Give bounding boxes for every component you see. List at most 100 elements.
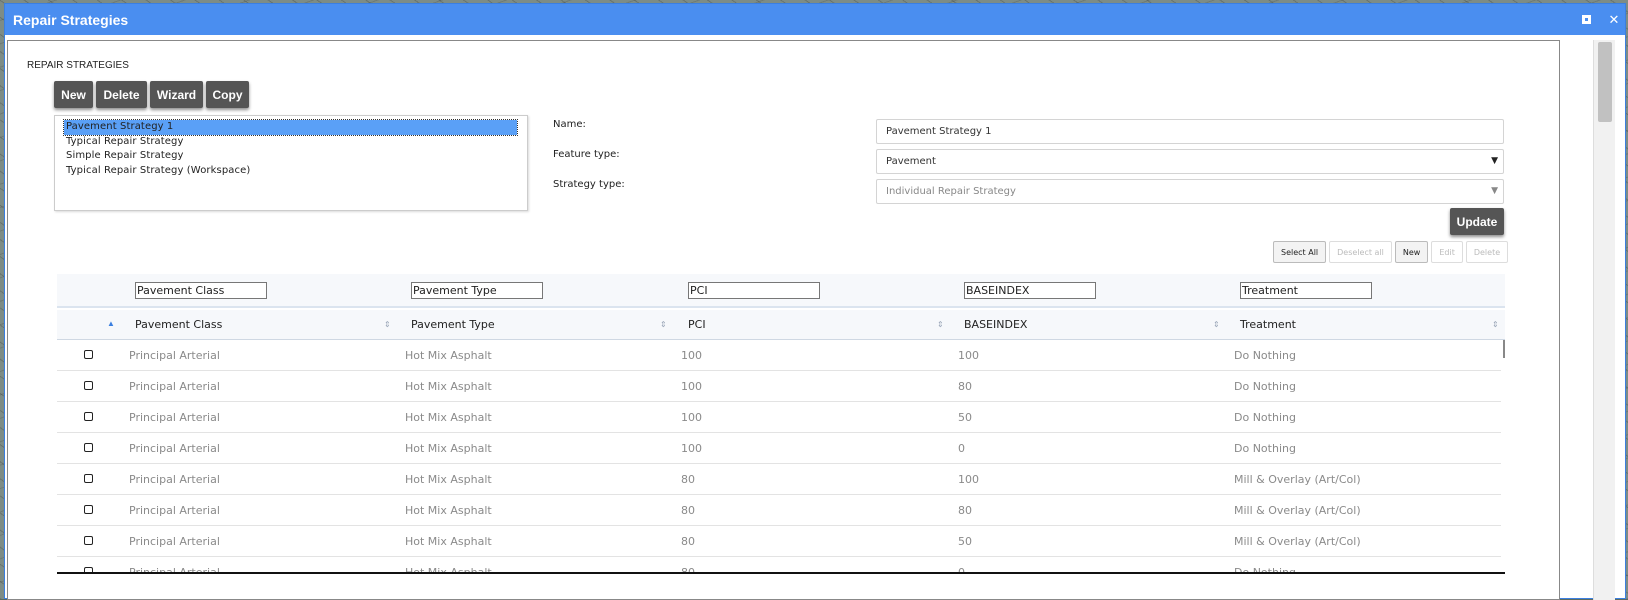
edit-row-button[interactable]: Edit: [1431, 241, 1463, 263]
column-header-treatment[interactable]: Treatment: [1240, 310, 1296, 340]
title-bar[interactable]: Repair Strategies ✕: [5, 4, 1625, 35]
sort-icon[interactable]: ⇕: [660, 310, 667, 340]
strategy-list-item[interactable]: Typical Repair Strategy (Workspace): [64, 164, 517, 179]
cell-pci: 100: [681, 349, 702, 362]
table-row[interactable]: Principal Arterial Hot Mix Asphalt 100 1…: [57, 340, 1501, 371]
cell-pavement-class: Principal Arterial: [129, 349, 220, 362]
maximize-icon[interactable]: [1579, 12, 1593, 27]
cell-pci: 80: [681, 535, 695, 548]
cell-pavement-type: Hot Mix Asphalt: [405, 411, 492, 424]
column-header-pavement-class[interactable]: Pavement Class: [135, 310, 222, 340]
cell-baseindex: 100: [958, 473, 979, 486]
delete-row-button[interactable]: Delete: [1465, 241, 1509, 263]
column-header-pci[interactable]: PCI: [688, 310, 706, 340]
sort-icon[interactable]: ⇕: [384, 310, 391, 340]
sort-icon[interactable]: ⇕: [1492, 310, 1499, 340]
strategy-list[interactable]: Pavement Strategy 1 Typical Repair Strat…: [54, 115, 528, 211]
row-checkbox[interactable]: [84, 381, 93, 390]
chevron-down-icon: ▼: [1491, 156, 1498, 166]
strategy-list-item[interactable]: Typical Repair Strategy: [64, 135, 517, 150]
feature-type-label: Feature type:: [553, 149, 620, 160]
cell-baseindex: 50: [958, 411, 972, 424]
cell-baseindex: 50: [958, 535, 972, 548]
filter-baseindex[interactable]: BASEINDEX: [964, 282, 1096, 299]
chevron-down-icon: ▼: [1491, 186, 1498, 196]
select-all-button[interactable]: Select All: [1273, 241, 1327, 263]
sort-icon[interactable]: ⇕: [937, 310, 944, 340]
cell-treatment: Do Nothing: [1234, 442, 1296, 455]
filter-pci[interactable]: PCI: [688, 282, 820, 299]
strategy-type-value: Individual Repair Strategy: [886, 186, 1016, 197]
repair-rules-grid: Pavement Class Pavement Type PCI BASEIND…: [57, 274, 1505, 574]
table-row[interactable]: Principal Arterial Hot Mix Asphalt 100 8…: [57, 371, 1501, 402]
cell-pci: 100: [681, 380, 702, 393]
copy-strategy-button[interactable]: Copy: [206, 81, 249, 108]
dialog-scrollbar[interactable]: [1593, 40, 1615, 600]
strategy-type-label: Strategy type:: [553, 179, 625, 190]
cell-baseindex: 100: [958, 349, 979, 362]
row-checkbox[interactable]: [84, 474, 93, 483]
filter-treatment[interactable]: Treatment: [1240, 282, 1372, 299]
grid-action-bar: Select All Deselect all New Edit Delete: [1273, 241, 1509, 263]
new-row-button[interactable]: New: [1394, 241, 1429, 263]
section-heading: REPAIR STRATEGIES: [27, 60, 129, 71]
cell-pavement-class: Principal Arterial: [129, 380, 220, 393]
scrollbar-thumb[interactable]: [1598, 42, 1612, 122]
table-row[interactable]: Principal Arterial Hot Mix Asphalt 100 5…: [57, 402, 1501, 433]
cell-treatment: Do Nothing: [1234, 411, 1296, 424]
row-checkbox[interactable]: [84, 350, 93, 359]
sort-icon[interactable]: ⇕: [1213, 310, 1220, 340]
cell-pavement-type: Hot Mix Asphalt: [405, 473, 492, 486]
cell-pavement-class: Principal Arterial: [129, 473, 220, 486]
cell-baseindex: 80: [958, 380, 972, 393]
column-header-pavement-type[interactable]: Pavement Type: [411, 310, 495, 340]
grid-body: Principal Arterial Hot Mix Asphalt 100 1…: [57, 340, 1501, 574]
cell-pci: 100: [681, 442, 702, 455]
row-checkbox[interactable]: [84, 505, 93, 514]
table-row[interactable]: Principal Arterial Hot Mix Asphalt 80 50…: [57, 526, 1501, 557]
grid-bottom-border: [57, 572, 1505, 574]
cell-treatment: Do Nothing: [1234, 349, 1296, 362]
row-checkbox[interactable]: [84, 412, 93, 421]
name-field[interactable]: Pavement Strategy 1: [876, 119, 1504, 144]
row-checkbox[interactable]: [84, 443, 93, 452]
strategy-toolbar: New Delete Wizard Copy: [54, 81, 249, 108]
cell-treatment: Mill & Overlay (Art/Col): [1234, 504, 1361, 517]
update-button[interactable]: Update: [1450, 208, 1504, 235]
filter-pavement-class[interactable]: Pavement Class: [135, 282, 267, 299]
cell-pavement-type: Hot Mix Asphalt: [405, 504, 492, 517]
cell-pci: 80: [681, 473, 695, 486]
filter-pavement-type[interactable]: Pavement Type: [411, 282, 543, 299]
table-row[interactable]: Principal Arterial Hot Mix Asphalt 80 10…: [57, 464, 1501, 495]
column-header-baseindex[interactable]: BASEINDEX: [964, 310, 1027, 340]
column-header-row: ▲ Pavement Class ⇕ Pavement Type ⇕ PCI ⇕…: [57, 310, 1505, 340]
cell-pavement-class: Principal Arterial: [129, 535, 220, 548]
cell-pavement-class: Principal Arterial: [129, 442, 220, 455]
cell-treatment: Do Nothing: [1234, 380, 1296, 393]
cell-treatment: Mill & Overlay (Art/Col): [1234, 535, 1361, 548]
cell-pavement-type: Hot Mix Asphalt: [405, 535, 492, 548]
cell-pavement-class: Principal Arterial: [129, 504, 220, 517]
deselect-all-button[interactable]: Deselect all: [1329, 241, 1392, 263]
cell-pci: 100: [681, 411, 702, 424]
delete-strategy-button[interactable]: Delete: [96, 81, 147, 108]
table-row[interactable]: Principal Arterial Hot Mix Asphalt 100 0…: [57, 433, 1501, 464]
cell-baseindex: 80: [958, 504, 972, 517]
row-checkbox[interactable]: [84, 536, 93, 545]
strategy-type-select[interactable]: Individual Repair Strategy ▼: [876, 179, 1504, 204]
cell-baseindex: 0: [958, 442, 965, 455]
cell-treatment: Mill & Overlay (Art/Col): [1234, 473, 1361, 486]
sort-ascending-icon[interactable]: ▲: [107, 310, 115, 340]
strategy-list-item[interactable]: Pavement Strategy 1: [63, 119, 518, 136]
close-icon[interactable]: ✕: [1607, 12, 1621, 28]
cell-pavement-class: Principal Arterial: [129, 411, 220, 424]
cell-pavement-type: Hot Mix Asphalt: [405, 442, 492, 455]
feature-type-select[interactable]: Pavement ▼: [876, 149, 1504, 174]
strategy-list-item[interactable]: Simple Repair Strategy: [64, 149, 517, 164]
table-row[interactable]: Principal Arterial Hot Mix Asphalt 80 80…: [57, 495, 1501, 526]
grid-scrollbar-thumb[interactable]: [1503, 340, 1505, 358]
cell-pavement-type: Hot Mix Asphalt: [405, 380, 492, 393]
cell-pci: 80: [681, 504, 695, 517]
wizard-button[interactable]: Wizard: [150, 81, 203, 108]
new-strategy-button[interactable]: New: [54, 81, 93, 108]
